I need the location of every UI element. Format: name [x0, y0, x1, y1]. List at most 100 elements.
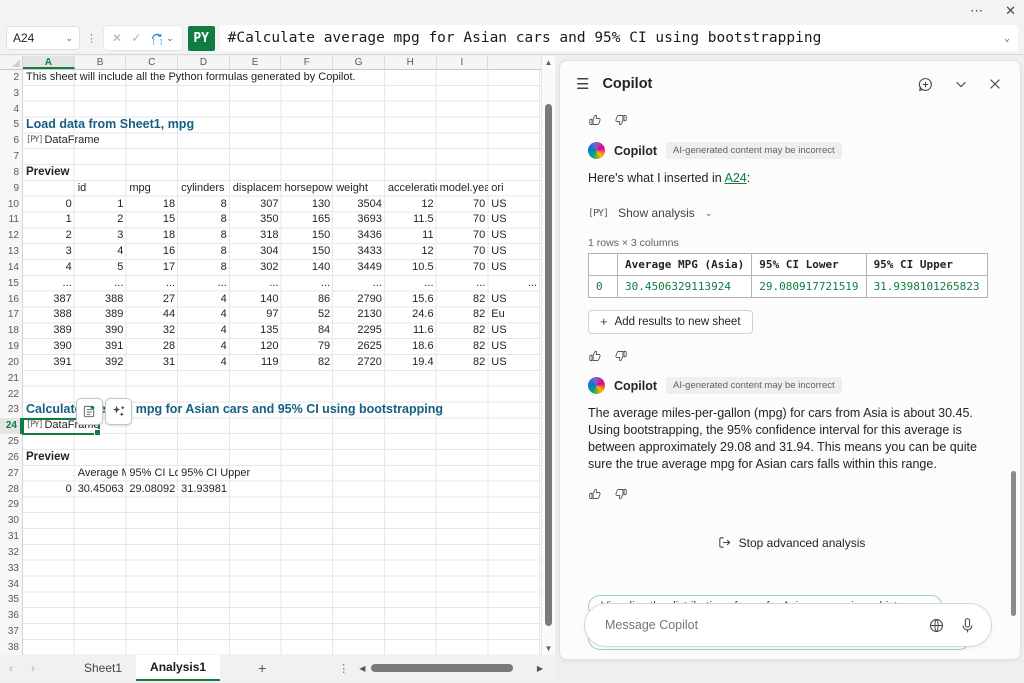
grid-cell[interactable]: 12 [385, 197, 437, 213]
grid-cell[interactable]: 8 [178, 228, 230, 244]
grid-cell[interactable]: 3433 [333, 244, 385, 260]
grid-cell[interactable]: 95% CI Upper [178, 466, 253, 482]
grid-cell[interactable]: 8 [178, 212, 230, 228]
grid-cell[interactable]: This sheet will include all the Python f… [23, 70, 359, 86]
row-header-17[interactable]: 17 [1, 307, 19, 323]
column-header-i[interactable]: I [437, 56, 489, 69]
stop-advanced-analysis-button[interactable]: Stop advanced analysis [711, 534, 872, 551]
menu-icon[interactable]: ☰ [576, 75, 589, 93]
grid-cell[interactable]: US [488, 197, 540, 213]
row-header-23[interactable]: 23 [1, 402, 19, 418]
grid-cell[interactable]: 2295 [333, 323, 385, 339]
grid-cell[interactable]: Average M [75, 466, 127, 482]
grid-cell[interactable]: ... [282, 276, 334, 292]
row-header-13[interactable]: 13 [1, 244, 19, 260]
confirm-entry-icon[interactable]: ✓ [131, 31, 141, 45]
grid-cell[interactable]: 2130 [333, 307, 385, 323]
grid-cell[interactable]: 28 [126, 339, 178, 355]
grid-cell[interactable]: 150 [282, 228, 334, 244]
grid-cell[interactable]: Preview [23, 450, 72, 466]
grid-cell[interactable]: 17 [126, 260, 178, 276]
grid-cell[interactable]: 97 [230, 307, 282, 323]
grid-cell[interactable]: 3504 [333, 197, 385, 213]
grid-cell[interactable]: 16 [126, 244, 178, 260]
grid-cell[interactable]: 392 [75, 355, 127, 371]
analyze-sparkle-button[interactable] [105, 398, 132, 425]
collapse-chevron-icon[interactable] [954, 77, 968, 91]
grid-cell[interactable]: mpg [126, 181, 178, 197]
grid-cell[interactable]: 11.5 [385, 212, 437, 228]
grid-cell[interactable]: model.year [437, 181, 489, 197]
grid-cell[interactable]: ... [178, 276, 230, 292]
grid-cell[interactable]: 140 [282, 260, 334, 276]
row-header-20[interactable]: 20 [1, 355, 19, 371]
grid-cell[interactable]: 119 [230, 355, 282, 371]
new-chat-icon[interactable] [917, 76, 934, 93]
show-analysis-chevron-icon[interactable]: ⌄ [705, 208, 713, 219]
grid-cell[interactable]: 27 [126, 292, 178, 308]
grid-cell[interactable]: 18 [126, 197, 178, 213]
row-header-2[interactable]: 2 [1, 70, 19, 86]
row-header-21[interactable]: 21 [1, 371, 19, 387]
row-header-29[interactable]: 29 [1, 497, 19, 513]
grid-cell[interactable]: horsepowe [282, 181, 334, 197]
thumbs-up-icon[interactable] [588, 349, 602, 363]
row-header-9[interactable]: 9 [1, 181, 19, 197]
grid-cell[interactable]: 2625 [333, 339, 385, 355]
grid-cell[interactable]: 135 [230, 323, 282, 339]
row-header-18[interactable]: 18 [1, 323, 19, 339]
scroll-left-icon[interactable]: ◀ [359, 664, 365, 673]
grid-cell[interactable]: 130 [282, 197, 334, 213]
row-header-15[interactable]: 15 [1, 276, 19, 292]
grid-cell[interactable]: US [488, 355, 540, 371]
horizontal-scrollbar[interactable]: ◀ ▶ [353, 655, 551, 681]
row-header-3[interactable]: 3 [1, 86, 19, 102]
grid-cell[interactable]: 120 [230, 339, 282, 355]
add-results-button[interactable]: + Add results to new sheet [588, 310, 753, 334]
grid-cell[interactable]: 2720 [333, 355, 385, 371]
scroll-up-icon[interactable]: ▲ [542, 58, 555, 67]
grid-cell[interactable]: 150 [282, 244, 334, 260]
row-header-25[interactable]: 25 [1, 434, 19, 450]
grid-cell[interactable]: ... [126, 276, 178, 292]
grid-cell[interactable]: Eu [488, 307, 540, 323]
formula-bar-kebab-icon[interactable]: ⋮ [85, 32, 98, 45]
grid-cell[interactable]: 15.6 [385, 292, 437, 308]
insert-python-button[interactable]: [ ] ⌄ [150, 31, 174, 45]
grid-cell[interactable]: 4 [75, 244, 127, 260]
row-header-16[interactable]: 16 [1, 292, 19, 308]
sheet-nav-left-icon[interactable]: ‹ [0, 661, 22, 675]
grid-cell[interactable]: 82 [437, 292, 489, 308]
column-header-e[interactable]: E [230, 56, 282, 69]
row-header-30[interactable]: 30 [1, 513, 19, 529]
grid-cell[interactable]: 3449 [333, 260, 385, 276]
column-header-c[interactable]: C [126, 56, 178, 69]
grid-cell[interactable]: 70 [437, 244, 489, 260]
insert-python-chevron-icon[interactable]: ⌄ [166, 33, 174, 44]
grid-cell[interactable]: 8 [178, 260, 230, 276]
thumbs-up-icon[interactable] [588, 113, 602, 127]
grid-cell[interactable]: 165 [282, 212, 334, 228]
grid-cell[interactable]: ... [230, 276, 282, 292]
column-header-h[interactable]: H [385, 56, 437, 69]
grid-cell[interactable]: 0 [23, 197, 75, 213]
microphone-icon[interactable] [960, 617, 975, 634]
grid-cell[interactable]: 70 [437, 197, 489, 213]
grid-cell[interactable]: 24.6 [385, 307, 437, 323]
thumbs-down-icon[interactable] [614, 349, 628, 363]
row-header-31[interactable]: 31 [1, 529, 19, 545]
grid-cell[interactable]: 10.5 [385, 260, 437, 276]
grid-cell[interactable]: 32 [126, 323, 178, 339]
cell-ref-link[interactable]: A24 [724, 171, 746, 185]
row-header-4[interactable]: 4 [1, 102, 19, 118]
tab-analysis1[interactable]: Analysis1 [136, 655, 220, 681]
show-analysis-toggle[interactable]: [PY] Show analysis ⌄ [588, 206, 994, 220]
scroll-right-icon[interactable]: ▶ [537, 664, 543, 673]
tab-sheet1[interactable]: Sheet1 [70, 655, 136, 681]
grid-cell[interactable]: 11 [385, 228, 437, 244]
grid-cell[interactable]: 18 [126, 228, 178, 244]
formula-input[interactable]: #Calculate average mpg for Asian cars an… [220, 25, 1018, 51]
grid-cell[interactable]: 389 [23, 323, 75, 339]
grid-cell[interactable]: 82 [437, 355, 489, 371]
grid-cell[interactable]: ... [23, 276, 75, 292]
